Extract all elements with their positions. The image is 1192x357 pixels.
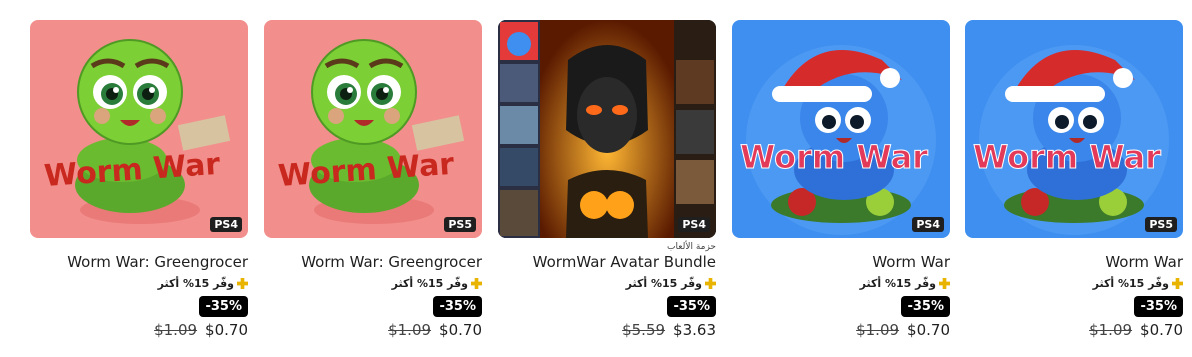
ps-plus-offer: وفّر 15% أكثر bbox=[498, 277, 716, 290]
product-thumbnail[interactable]: Worm War PS5 bbox=[264, 20, 482, 238]
product-kind bbox=[732, 242, 950, 252]
green-worm-art: Worm War bbox=[30, 20, 248, 238]
platform-badge: PS5 bbox=[444, 217, 476, 232]
price-row: $1.09 $0.70 bbox=[264, 321, 482, 339]
product-card[interactable]: PS4 حزمة الألعاب WormWar Avatar Bundle و… bbox=[498, 20, 716, 339]
product-thumbnail[interactable]: PS4 bbox=[498, 20, 716, 238]
product-kind: حزمة الألعاب bbox=[667, 242, 716, 252]
discount-badge: -35% bbox=[1134, 296, 1183, 317]
ps-plus-offer: وفّر 15% أكثر bbox=[965, 277, 1183, 290]
product-card[interactable]: Worm War PS4 Worm War: Greengrocer وفّر … bbox=[30, 20, 248, 339]
product-card[interactable]: Worm War PS5 Worm War: Greengrocer وفّر … bbox=[264, 20, 482, 339]
original-price: $1.09 bbox=[1089, 321, 1133, 339]
sale-price: $0.70 bbox=[439, 321, 482, 339]
ps-plus-icon bbox=[237, 278, 248, 289]
blue-worm-art: Worm War bbox=[732, 20, 950, 238]
svg-text:Worm War: Worm War bbox=[973, 138, 1161, 176]
sale-price: $0.70 bbox=[205, 321, 248, 339]
platform-badge: PS4 bbox=[210, 217, 242, 232]
discount-badge: -35% bbox=[667, 296, 716, 317]
platform-badge: PS4 bbox=[912, 217, 944, 232]
price-row: $1.09 $0.70 bbox=[732, 321, 950, 339]
ps-plus-icon bbox=[939, 278, 950, 289]
price-row: $1.09 $0.70 bbox=[965, 321, 1183, 339]
product-title[interactable]: Worm War bbox=[965, 252, 1183, 272]
discount-badge: -35% bbox=[199, 296, 248, 317]
original-price: $1.09 bbox=[388, 321, 432, 339]
discount-badge: -35% bbox=[901, 296, 950, 317]
product-kind bbox=[30, 242, 248, 252]
product-thumbnail[interactable]: Worm War PS5 bbox=[965, 20, 1183, 238]
offer-text: وفّر 15% أكثر bbox=[1092, 277, 1169, 290]
green-worm-art: Worm War bbox=[264, 20, 482, 238]
offer-text: وفّر 15% أكثر bbox=[859, 277, 936, 290]
price-row: $5.59 $3.63 bbox=[498, 321, 716, 339]
ps-plus-icon bbox=[1172, 278, 1183, 289]
product-thumbnail[interactable]: Worm War PS4 bbox=[732, 20, 950, 238]
original-price: $1.09 bbox=[856, 321, 900, 339]
ps-plus-offer: وفّر 15% أكثر bbox=[732, 277, 950, 290]
product-title[interactable]: Worm War: Greengrocer bbox=[264, 252, 482, 272]
ps-plus-offer: وفّر 15% أكثر bbox=[30, 277, 248, 290]
product-thumbnail[interactable]: Worm War PS4 bbox=[30, 20, 248, 238]
sale-price: $3.63 bbox=[673, 321, 716, 339]
product-kind bbox=[965, 242, 1183, 252]
product-title[interactable]: Worm War: Greengrocer bbox=[30, 252, 248, 272]
platform-badge: PS4 bbox=[678, 217, 710, 232]
ps-plus-icon bbox=[705, 278, 716, 289]
product-title[interactable]: Worm War bbox=[732, 252, 950, 272]
svg-text:Worm War: Worm War bbox=[740, 138, 928, 176]
ps-plus-icon bbox=[471, 278, 482, 289]
sale-price: $0.70 bbox=[1140, 321, 1183, 339]
price-row: $1.09 $0.70 bbox=[30, 321, 248, 339]
offer-text: وفّر 15% أكثر bbox=[391, 277, 468, 290]
discount-badge: -35% bbox=[433, 296, 482, 317]
product-kind bbox=[264, 242, 482, 252]
offer-text: وفّر 15% أكثر bbox=[157, 277, 234, 290]
blue-worm-art: Worm War bbox=[965, 20, 1183, 238]
original-price: $5.59 bbox=[622, 321, 666, 339]
product-card[interactable]: Worm War PS5 Worm War وفّر 15% أكثر -35%… bbox=[965, 20, 1183, 339]
offer-text: وفّر 15% أكثر bbox=[625, 277, 702, 290]
avatar-bundle-art bbox=[498, 20, 716, 238]
ps-plus-offer: وفّر 15% أكثر bbox=[264, 277, 482, 290]
product-card[interactable]: Worm War PS4 Worm War وفّر 15% أكثر -35%… bbox=[732, 20, 950, 339]
platform-badge: PS5 bbox=[1145, 217, 1177, 232]
sale-price: $0.70 bbox=[907, 321, 950, 339]
original-price: $1.09 bbox=[154, 321, 198, 339]
product-title[interactable]: WormWar Avatar Bundle bbox=[498, 252, 716, 272]
